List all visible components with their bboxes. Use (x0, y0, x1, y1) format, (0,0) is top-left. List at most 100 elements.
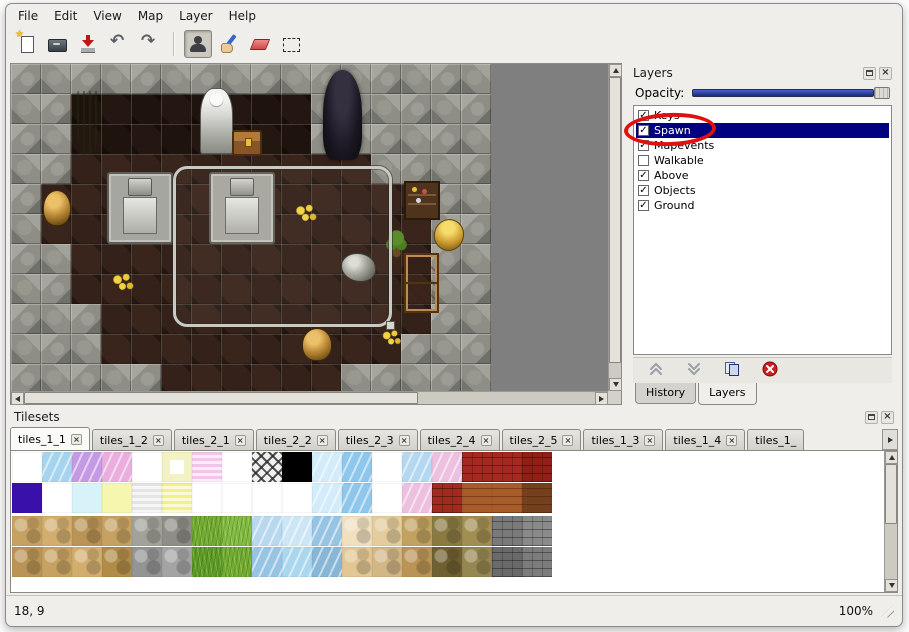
close-tab-icon[interactable] (153, 435, 164, 446)
tileset-tile[interactable] (462, 483, 492, 513)
tileset-tile[interactable] (342, 483, 372, 513)
tileset-tile[interactable] (312, 483, 342, 513)
tileset-tile[interactable] (312, 516, 342, 546)
close-tab-icon[interactable] (71, 434, 82, 445)
tileset-tile[interactable] (432, 452, 462, 482)
tileset-tile[interactable] (402, 516, 432, 546)
tileset-tab-tiles_1_2[interactable]: tiles_1_2 (92, 429, 172, 450)
tileset-tile[interactable] (432, 483, 462, 513)
layer-visibility-checkbox[interactable] (638, 155, 649, 166)
layer-visibility-checkbox[interactable] (638, 200, 649, 211)
menu-file[interactable]: File (10, 7, 46, 25)
tileset-tile[interactable] (12, 516, 42, 546)
tileset-tile[interactable] (492, 483, 522, 513)
layer-visibility-checkbox[interactable] (638, 185, 649, 196)
tileset-tile[interactable] (12, 483, 42, 513)
tileset-tile[interactable] (372, 516, 402, 546)
map-hscroll-track[interactable] (24, 392, 595, 404)
tileset-tile[interactable] (252, 452, 282, 482)
float-panel-icon[interactable] (865, 411, 878, 424)
tileset-tile[interactable] (132, 452, 162, 482)
tileset-tile[interactable] (252, 483, 282, 513)
tileset-tab-tiles_2_5[interactable]: tiles_2_5 (502, 429, 582, 450)
opacity-slider-track[interactable] (692, 89, 874, 97)
tileset-tile[interactable] (42, 516, 72, 546)
map-hscroll-thumb[interactable] (24, 392, 418, 404)
menu-help[interactable]: Help (221, 7, 264, 25)
tileset-tile[interactable] (42, 452, 72, 482)
close-tab-icon[interactable] (726, 435, 737, 446)
layer-row-spawn[interactable]: Spawn (636, 123, 889, 138)
redo-button[interactable] (136, 30, 164, 58)
tileset-tile[interactable] (372, 547, 402, 577)
tileset-tile[interactable] (102, 483, 132, 513)
tileset-tile[interactable] (462, 547, 492, 577)
tileset-tile[interactable] (342, 516, 372, 546)
layer-row-objects[interactable]: Objects (636, 183, 889, 198)
tileset-tile[interactable] (312, 452, 342, 482)
tileset-tile[interactable] (522, 516, 552, 546)
tileset-tile[interactable] (252, 516, 282, 546)
menu-map[interactable]: Map (130, 7, 171, 25)
tileset-tile[interactable] (72, 516, 102, 546)
tileset-vscroll-thumb[interactable] (885, 464, 897, 524)
menu-layer[interactable]: Layer (171, 7, 220, 25)
tileset-vertical-scrollbar[interactable] (884, 451, 897, 592)
tileset-tile[interactable] (282, 547, 312, 577)
layer-row-above[interactable]: Above (636, 168, 889, 183)
close-tab-icon[interactable] (644, 435, 655, 446)
opacity-slider-handle[interactable] (874, 87, 890, 99)
tileset-tile[interactable] (72, 452, 102, 482)
layer-duplicate-button[interactable] (721, 361, 743, 381)
tileset-tab-tiles_1_4[interactable]: tiles_1_4 (665, 429, 745, 450)
close-tab-icon[interactable] (562, 435, 573, 446)
tab-history[interactable]: History (635, 383, 696, 404)
tileset-tile[interactable] (42, 547, 72, 577)
close-tab-icon[interactable] (481, 435, 492, 446)
tileset-tile[interactable] (342, 547, 372, 577)
map-vscroll-thumb[interactable] (609, 77, 621, 363)
tileset-tile[interactable] (372, 452, 402, 482)
scroll-left-button[interactable] (11, 392, 24, 405)
tileset-tile[interactable] (462, 516, 492, 546)
tileset-tile[interactable] (162, 516, 192, 546)
tileset-tile[interactable] (132, 483, 162, 513)
tileset-tile[interactable] (432, 516, 462, 546)
save-button[interactable] (74, 30, 102, 58)
resize-grip[interactable] (881, 605, 894, 618)
undo-button[interactable] (105, 30, 133, 58)
opacity-slider[interactable] (692, 86, 890, 100)
scroll-right-button[interactable] (595, 392, 608, 405)
tileset-tile[interactable] (282, 483, 312, 513)
tileset-tile[interactable] (222, 483, 252, 513)
tileset-tile[interactable] (522, 483, 552, 513)
tileset-tile[interactable] (252, 547, 282, 577)
layer-visibility-checkbox[interactable] (638, 110, 649, 121)
float-panel-icon[interactable] (863, 67, 876, 80)
close-panel-icon[interactable] (881, 411, 894, 424)
tileset-tile[interactable] (12, 547, 42, 577)
scroll-up-button[interactable] (609, 64, 622, 77)
tileset-tab-tiles_2_2[interactable]: tiles_2_2 (256, 429, 336, 450)
map-canvas[interactable] (11, 64, 491, 391)
tileset-tile[interactable] (72, 547, 102, 577)
tileset-tile[interactable] (102, 516, 132, 546)
layer-visibility-checkbox[interactable] (638, 170, 649, 181)
selection-resize-handle[interactable] (386, 321, 395, 330)
close-panel-icon[interactable] (879, 67, 892, 80)
tileset-tab-tiles_2_1[interactable]: tiles_2_1 (174, 429, 254, 450)
tileset-tile[interactable] (522, 452, 552, 482)
tileset-tab-tiles_1_1[interactable]: tiles_1_1 (10, 427, 90, 450)
tileset-tile[interactable] (492, 452, 522, 482)
map-horizontal-scrollbar[interactable] (11, 391, 608, 404)
tileset-tile[interactable] (12, 452, 42, 482)
select-button[interactable] (277, 30, 305, 58)
layer-down-button[interactable] (683, 361, 705, 381)
tileset-tile[interactable] (342, 452, 372, 482)
tileset-tile[interactable] (162, 547, 192, 577)
tileset-tile[interactable] (192, 452, 222, 482)
layer-row-mapevents[interactable]: Mapevents (636, 138, 889, 153)
tileset-tile[interactable] (132, 516, 162, 546)
tileset-tile[interactable] (402, 452, 432, 482)
tileset-tile[interactable] (222, 547, 252, 577)
